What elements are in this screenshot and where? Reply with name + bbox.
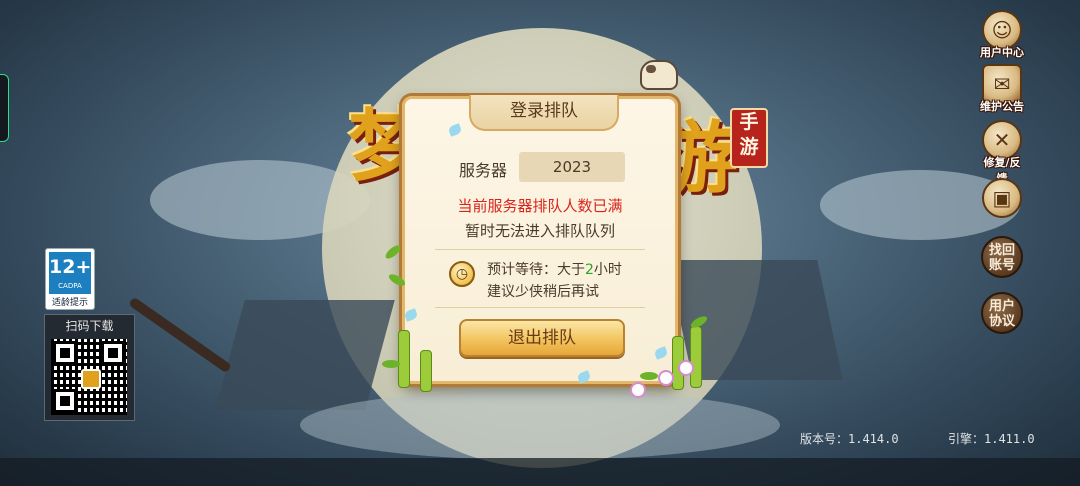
left-edge-handle[interactable] (0, 74, 9, 142)
layout-button[interactable]: ▣ (978, 178, 1026, 218)
background-branch (127, 296, 233, 374)
user-agreement-label-2: 协议 (988, 314, 1015, 329)
estimated-wait: 预计等待：大于2小时 (487, 259, 622, 279)
qr-code-icon (51, 339, 127, 415)
leaf-decoration (382, 360, 400, 368)
qr-logo-icon (81, 369, 101, 389)
queue-full-message: 当前服务器排队人数已满 (457, 197, 623, 215)
flower-decoration (660, 372, 672, 384)
find-account-label-1: 找回 (988, 243, 1015, 258)
maintenance-notice-label: 维护公告 (980, 100, 1024, 113)
dialog-title: 登录排队 (469, 95, 619, 131)
cat-mascot-icon (640, 60, 678, 90)
bamboo-decoration (420, 350, 432, 392)
wait-prefix: 预计等待：大于 (487, 262, 585, 278)
footer-legal-text (150, 460, 930, 470)
age-rating-tip: 适龄提示 (51, 298, 88, 308)
server-label: 服务器 (459, 161, 508, 180)
age-rating-badge[interactable]: 12+ CADPA 适龄提示 (45, 248, 95, 310)
layout-icon: ▣ (982, 178, 1022, 218)
qr-finder-tr (101, 341, 125, 365)
server-value: 2023 (519, 152, 625, 182)
engine-version: 引擎：1.411.0 (948, 432, 1035, 446)
user-center-label: 用户中心 (980, 46, 1024, 59)
qr-title: 扫码下载 (65, 319, 114, 333)
user-agreement-label-1: 用户 (988, 299, 1015, 314)
qr-download-panel: 扫码下载 (44, 314, 135, 421)
qr-finder-tl (53, 341, 77, 365)
maintenance-notice-button[interactable]: ✉ 维护公告 (978, 64, 1026, 114)
bg-cloud-bottom (300, 390, 780, 460)
cannot-join-message: 暂时无法进入排队队列 (464, 222, 615, 240)
login-queue-dialog: 登录排队 服务器 2023 当前服务器排队人数已满 暂时无法进入排队队列 ◷ 预… (402, 95, 678, 384)
leaf-decoration (640, 372, 658, 380)
bamboo-decoration (690, 326, 702, 388)
divider-top (435, 249, 645, 250)
suggestion-text: 建议少侠稍后再试 (487, 284, 599, 300)
logo-seal: 手 游 (730, 108, 768, 168)
client-version: 版本号：1.414.0 (800, 432, 899, 446)
background-pavilion-left (215, 300, 395, 410)
qr-finder-bl (53, 389, 77, 413)
butterfly-icon (447, 123, 463, 137)
repair-feedback-button[interactable]: ✕ 修复/反馈 (978, 120, 1026, 186)
user-center-button[interactable]: ☺ 用户中心 (978, 10, 1026, 60)
exit-queue-button[interactable]: 退出排队 (459, 319, 625, 357)
age-rating-org: CADPA (58, 282, 82, 290)
flower-decoration (632, 384, 644, 396)
divider-bottom (435, 307, 645, 308)
flower-decoration (680, 362, 692, 374)
bamboo-decoration (398, 330, 410, 388)
seal-line-1: 手 (739, 111, 759, 133)
user-agreement-button[interactable]: 用户 协议 (981, 292, 1023, 334)
wait-number: 2 (585, 262, 594, 278)
seal-line-2: 游 (739, 136, 759, 158)
find-account-button[interactable]: 找回 账号 (981, 236, 1023, 278)
find-account-label-2: 账号 (988, 258, 1015, 273)
clock-icon: ◷ (449, 261, 475, 287)
wait-suffix: 小时 (593, 262, 622, 278)
